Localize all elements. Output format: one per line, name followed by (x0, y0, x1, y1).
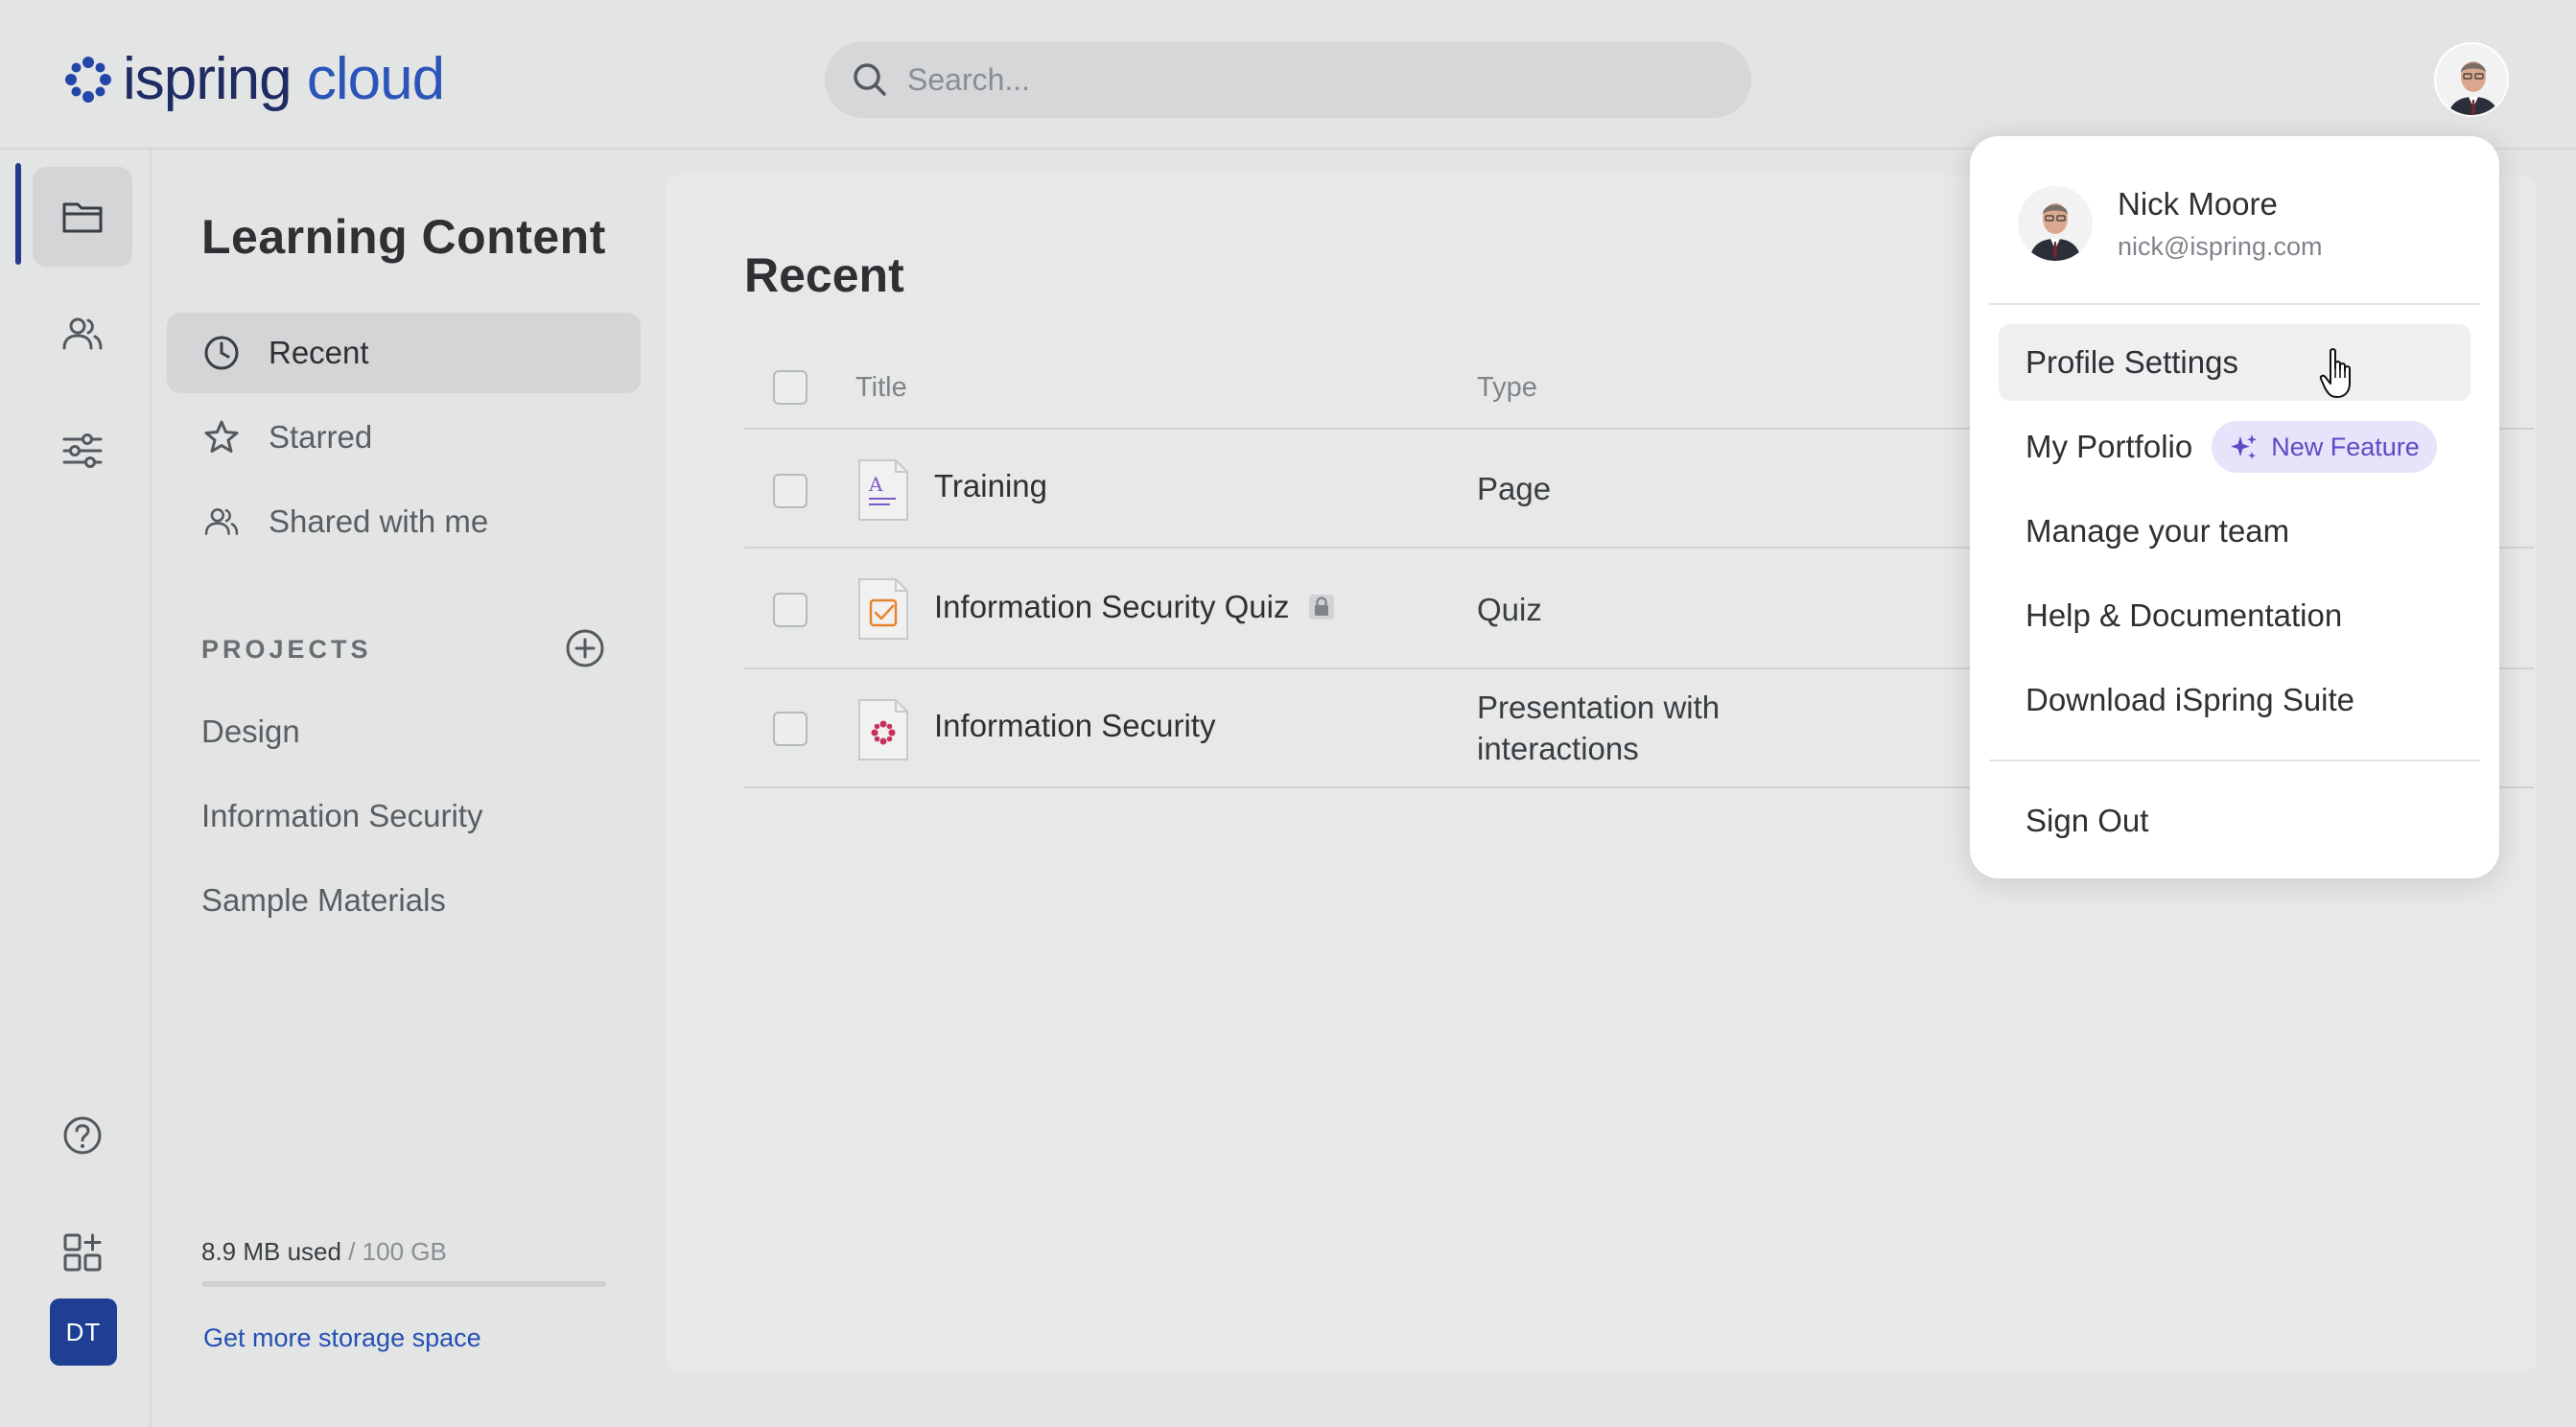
user-avatar-button[interactable] (2434, 42, 2509, 117)
storage-used: 8.9 MB used (201, 1237, 341, 1266)
menu-item-label: Download iSpring Suite (2026, 682, 2355, 717)
users-icon (204, 508, 239, 535)
row-checkbox[interactable] (773, 474, 808, 508)
menu-divider (1989, 760, 2480, 761)
users-icon (62, 317, 103, 350)
ispring-logo-icon (65, 57, 111, 103)
nav-item-label: Recent (269, 335, 369, 370)
ispring-cloud-logo[interactable]: ispring cloud (63, 44, 445, 115)
menu-item-sign-out[interactable]: Sign Out (1999, 783, 2471, 859)
lock-icon (1309, 595, 1335, 620)
menu-user-email: nick@ispring.com (2118, 232, 2323, 261)
rail-settings-button[interactable] (33, 401, 132, 501)
row-checkbox[interactable] (773, 593, 808, 627)
menu-item-label: Sign Out (2026, 803, 2149, 838)
rail-users-button[interactable] (33, 284, 132, 384)
rail-content-button[interactable] (33, 167, 132, 267)
rail-apps-button[interactable] (33, 1203, 132, 1302)
presentation-file-icon (858, 699, 908, 760)
page-title: Recent (744, 248, 904, 302)
menu-item-profile-settings[interactable]: Profile Settings (1999, 324, 2471, 401)
menu-item-label: Manage your team (2026, 513, 2290, 549)
new-feature-badge: New Feature (2212, 421, 2437, 473)
user-avatar-photo (2436, 44, 2507, 115)
row-type-line-1: Presentation with (1477, 690, 1721, 725)
clock-icon (204, 336, 239, 370)
menu-user-name: Nick Moore (2118, 186, 2278, 222)
left-icon-rail: DT (0, 150, 152, 1427)
page-file-icon: A (858, 459, 908, 521)
row-type: Page (1477, 471, 1552, 506)
menu-item-label: Profile Settings (2026, 344, 2238, 380)
search-icon (854, 63, 886, 96)
search-bar[interactable] (825, 41, 1751, 118)
row-title[interactable]: Information Security (934, 708, 1215, 744)
folder-icon (62, 202, 103, 233)
projects-heading: PROJECTS (201, 635, 372, 664)
nav-item-label: Shared with me (269, 503, 489, 539)
get-more-storage-link[interactable]: Get more storage space (203, 1323, 481, 1353)
nav-item-shared-with-me[interactable]: Shared with me (167, 481, 641, 562)
storage-limit: / 100 GB (340, 1237, 447, 1266)
nav-item-recent[interactable]: Recent (167, 313, 641, 393)
nav-item-starred[interactable]: Starred (167, 397, 641, 478)
column-header-title[interactable]: Title (855, 372, 907, 404)
select-all-checkbox[interactable] (773, 370, 808, 405)
row-type-line-2: interactions (1477, 731, 1639, 766)
menu-item-label: My Portfolio (2026, 429, 2193, 464)
menu-item-help-documentation[interactable]: Help & Documentation (1999, 577, 2471, 654)
storage-progress-bar (201, 1281, 606, 1287)
project-design[interactable]: Design (201, 714, 300, 750)
menu-item-download-ispring-suite[interactable]: Download iSpring Suite (1999, 662, 2471, 738)
nav-item-label: Starred (269, 419, 373, 455)
star-icon (204, 420, 239, 453)
user-dropdown-menu: Nick Moore nick@ispring.com Profile Sett… (1970, 136, 2499, 878)
menu-item-my-portfolio[interactable]: My Portfolio New Feature (1999, 409, 2471, 485)
menu-user-avatar (2018, 186, 2093, 261)
row-title[interactable]: Training (934, 468, 1047, 504)
top-bar: ispring cloud (0, 0, 2576, 150)
new-feature-label: New Feature (2271, 432, 2420, 461)
svg-text:A: A (868, 473, 883, 496)
rail-help-button[interactable] (33, 1086, 132, 1185)
sparkle-icon (2231, 434, 2258, 459)
user-avatar-photo (2018, 186, 2093, 261)
search-input[interactable] (907, 61, 1732, 98)
menu-divider (1989, 303, 2480, 305)
sliders-icon (62, 433, 103, 468)
hand-pointer-cursor-icon (2319, 348, 2351, 398)
help-icon (63, 1116, 102, 1155)
rail-active-indicator (15, 163, 21, 265)
account-initials-button[interactable]: DT (50, 1298, 117, 1366)
add-project-icon[interactable] (564, 627, 606, 669)
row-checkbox[interactable] (773, 712, 808, 746)
row-type: Presentation with interactions (1477, 687, 1720, 769)
menu-item-label: Help & Documentation (2026, 597, 2343, 633)
project-sample-materials[interactable]: Sample Materials (201, 882, 446, 919)
row-title-container[interactable]: Information Security Quiz (934, 589, 1337, 625)
apps-icon (63, 1233, 102, 1272)
logo-text: ispring cloud (123, 46, 445, 112)
content-nav-panel: Learning Content Recent Starred Shared w… (153, 150, 652, 1427)
column-header-type[interactable]: Type (1477, 372, 1537, 404)
nav-title: Learning Content (201, 210, 606, 264)
project-information-security[interactable]: Information Security (201, 798, 482, 834)
quiz-file-icon (858, 578, 908, 640)
menu-item-manage-team[interactable]: Manage your team (1999, 493, 2471, 570)
storage-usage-text: 8.9 MB used / 100 GB (201, 1237, 447, 1267)
row-title: Information Security Quiz (934, 589, 1290, 624)
row-type: Quiz (1477, 592, 1542, 627)
